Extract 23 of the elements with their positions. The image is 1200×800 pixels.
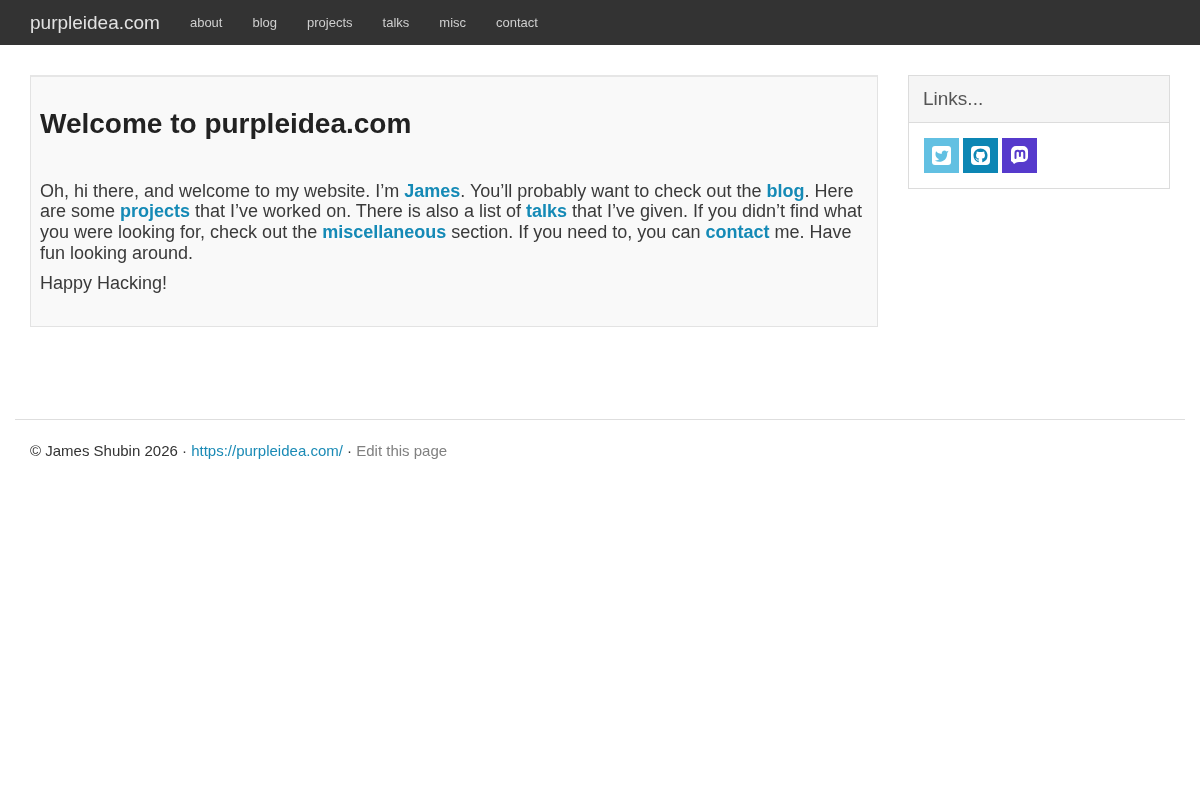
nav-link[interactable]: talks [382, 15, 410, 30]
nav-link[interactable]: about [189, 15, 223, 30]
brand-link[interactable]: purpleidea.com [30, 11, 160, 34]
bird-icon[interactable] [924, 138, 959, 173]
speech-bubble-m-icon[interactable] [1002, 138, 1037, 173]
edit-page-link[interactable]: Edit this page [356, 442, 448, 460]
inline-link[interactable]: James [404, 180, 461, 201]
inline-link[interactable]: miscellaneous [322, 222, 447, 242]
nav-link[interactable]: blog [252, 15, 278, 30]
inline-link[interactable]: blog [766, 180, 805, 201]
panel-title: Links... [923, 88, 984, 110]
footer-text: © James Shubin 2026 · https://purpleidea.com/ · Edit this page [30, 442, 449, 460]
nav-link[interactable]: projects [307, 15, 353, 30]
nav-link[interactable]: misc [439, 15, 467, 30]
page-heading: Welcome to purpleidea.com [40, 107, 412, 141]
octocat-icon[interactable] [963, 138, 998, 173]
nav-link[interactable]: contact [496, 15, 538, 30]
url-link[interactable]: https://purpleidea.com/ [191, 442, 343, 460]
paragraph: Happy Hacking! [40, 273, 169, 295]
inline-link[interactable]: contact [705, 222, 770, 242]
inline-link[interactable]: talks [525, 201, 567, 222]
inline-link[interactable]: projects [120, 201, 191, 222]
paragraph: Oh, hi there, and welcome to my website. I’m James. You’ll probably want to check out the blog. Here are some projects that I’ve worked on. There is also a list of talks that I’ve given. If you didn’t find what you were looking for, check out the miscellaneous section. If you need to, you can contact me. Have fun looking around. [40, 180, 864, 264]
